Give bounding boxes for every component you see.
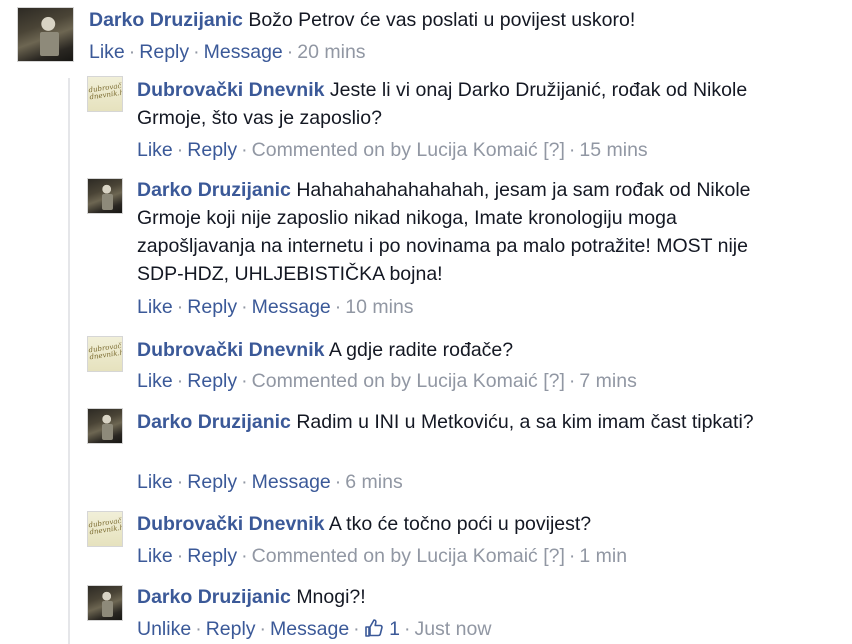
reply-link[interactable]: Reply <box>187 296 237 318</box>
like-link[interactable]: Like <box>137 370 173 392</box>
comment-actions: Like · Reply · Commented on by Lucija Komaić… <box>137 370 637 392</box>
comment-time[interactable]: 1 min <box>579 545 627 567</box>
like-link[interactable]: Like <box>137 296 173 318</box>
comment-actions: Like · Reply · Message · 10 mins <box>137 296 414 318</box>
comment-actions: Like · Reply · Message · 6 mins <box>137 471 403 493</box>
reply-link[interactable]: Reply <box>206 618 256 640</box>
unlike-link[interactable]: Unlike <box>137 618 191 640</box>
comment-author[interactable]: Darko Druzijanic <box>137 179 291 201</box>
reply-link[interactable]: Reply <box>187 370 237 392</box>
comment-actions: Like · Reply · Commented on by Lucija Komaić… <box>137 139 648 161</box>
comment-time[interactable]: 10 mins <box>345 296 413 318</box>
comment-author[interactable]: Dubrovački Dnevnik <box>137 339 324 361</box>
avatar[interactable]: dubrovački dnevnik.hr <box>87 76 123 112</box>
comment-time[interactable]: Just now <box>414 618 491 640</box>
commented-on-by[interactable]: Commented on by Lucija Komaić <box>252 370 538 392</box>
comment-text: A tko će točno poći u povijest? <box>328 513 592 535</box>
message-link[interactable]: Message <box>252 296 331 318</box>
comment-time[interactable]: 6 mins <box>345 471 402 493</box>
like-count[interactable]: 1 <box>364 618 400 640</box>
comment-text: Božo Petrov će vas poslati u povijest us… <box>248 9 636 31</box>
comment-author[interactable]: Darko Druzijanic <box>137 586 291 608</box>
comment-time[interactable]: 15 mins <box>579 139 647 161</box>
comment-actions: Like · Reply · Message · 20 mins <box>89 41 366 63</box>
comment-time[interactable]: 20 mins <box>297 41 365 63</box>
reply-link[interactable]: Reply <box>187 545 237 567</box>
like-link[interactable]: Like <box>137 545 173 567</box>
info-link[interactable]: [?] <box>543 545 565 567</box>
message-link[interactable]: Message <box>204 41 283 63</box>
info-link[interactable]: [?] <box>543 139 565 161</box>
comment-actions: Unlike · Reply · Message · 1 · Just now <box>137 618 492 640</box>
thumbs-up-icon <box>364 619 383 637</box>
dnevnik-logo: dubrovački dnevnik.hr <box>88 340 123 362</box>
dnevnik-logo: dubrovački dnevnik.hr <box>88 80 123 102</box>
like-link[interactable]: Like <box>137 139 173 161</box>
avatar[interactable] <box>87 585 123 621</box>
avatar[interactable] <box>87 178 123 214</box>
comment-author[interactable]: Dubrovački Dnevnik <box>137 513 324 535</box>
info-link[interactable]: [?] <box>543 370 565 392</box>
commented-on-by[interactable]: Commented on by Lucija Komaić <box>252 545 538 567</box>
avatar[interactable]: dubrovački dnevnik.hr <box>87 511 123 547</box>
like-link[interactable]: Like <box>89 41 125 63</box>
commented-on-by[interactable]: Commented on by Lucija Komaić <box>252 139 538 161</box>
comment-author[interactable]: Darko Druzijanic <box>137 411 291 433</box>
like-link[interactable]: Like <box>137 471 173 493</box>
avatar[interactable]: dubrovački dnevnik.hr <box>87 336 123 372</box>
reply-thread-line <box>68 78 70 644</box>
comment-actions: Like · Reply · Commented on by Lucija Komaić… <box>137 545 628 567</box>
dnevnik-logo: dubrovački dnevnik.hr <box>88 515 123 537</box>
comment-time[interactable]: 7 mins <box>579 370 636 392</box>
comment-author[interactable]: Darko Druzijanic <box>89 9 243 31</box>
avatar[interactable] <box>17 7 74 62</box>
reply-link[interactable]: Reply <box>187 139 237 161</box>
comment-text: Mnogi?! <box>296 586 366 608</box>
avatar[interactable] <box>87 408 123 444</box>
comment-text: Radim u INI u Metkoviću, a sa kim imam č… <box>296 411 754 433</box>
message-link[interactable]: Message <box>270 618 349 640</box>
message-link[interactable]: Message <box>252 471 331 493</box>
comment-author[interactable]: Dubrovački Dnevnik <box>137 79 324 101</box>
comment-text: A gdje radite rođače? <box>328 339 514 361</box>
reply-link[interactable]: Reply <box>139 41 189 63</box>
reply-link[interactable]: Reply <box>187 471 237 493</box>
like-count-value: 1 <box>389 618 400 640</box>
